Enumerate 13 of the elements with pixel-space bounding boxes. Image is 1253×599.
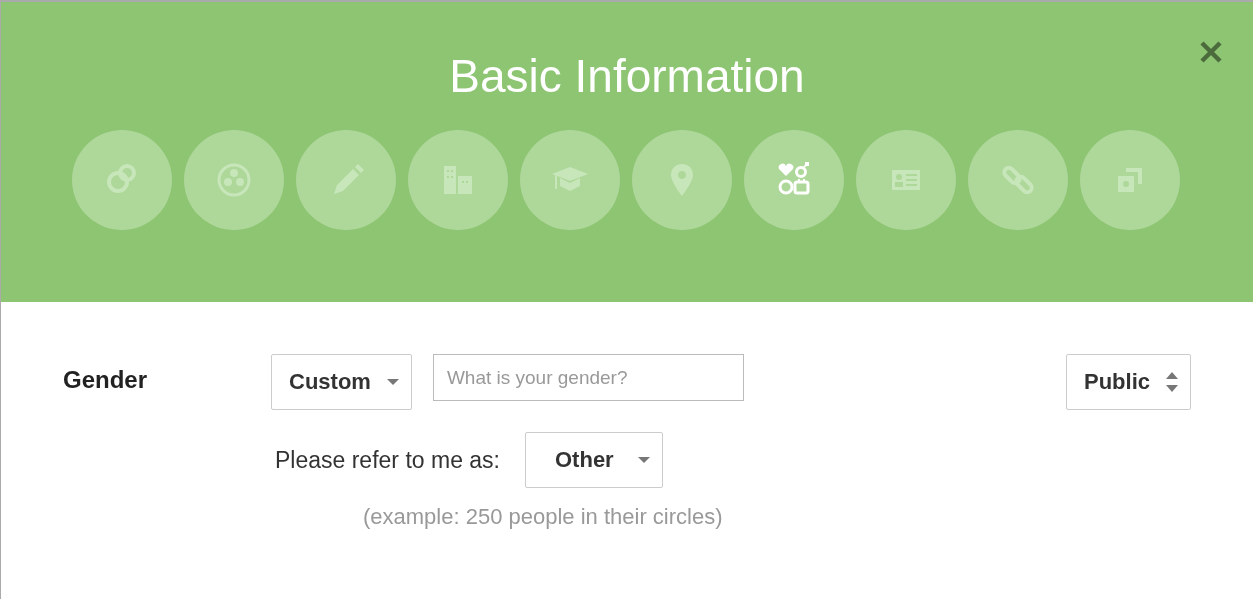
sort-arrows-icon (1166, 371, 1178, 393)
caret-icon (637, 457, 650, 463)
gender-dropdown[interactable]: Custom (271, 354, 412, 410)
close-icon (1199, 40, 1223, 64)
gender-input-field[interactable]: What is your gender? (432, 354, 744, 401)
visibility-dropdown[interactable]: Public (1066, 354, 1191, 410)
pronoun-dropdown[interactable]: Other (525, 432, 663, 488)
gender-label: Gender (63, 366, 149, 395)
dialog-title: Basic Information (449, 50, 805, 102)
caret-icon (386, 379, 399, 385)
close-button[interactable] (1199, 40, 1223, 64)
example-text: (example: 250 people in their circles) (363, 504, 724, 530)
refer-label: Please refer to me as: (275, 446, 500, 474)
